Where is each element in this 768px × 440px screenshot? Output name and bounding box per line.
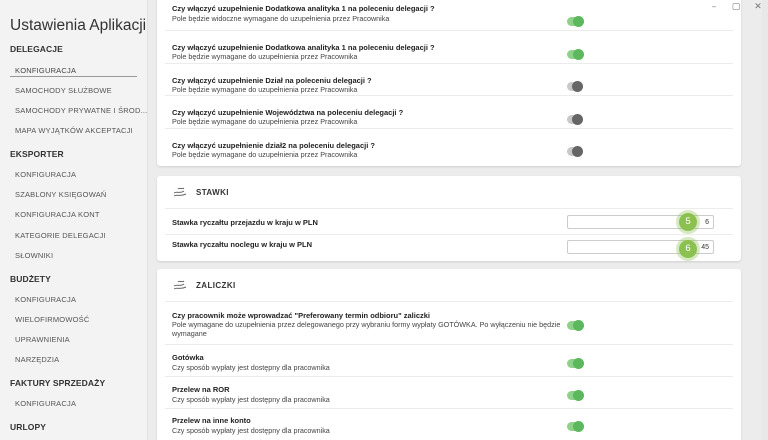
- setting-title: Czy pracownik może wprowadzać "Preferowa…: [172, 311, 431, 320]
- setting-description: Pole wymagane do uzupełnienia przez dele…: [172, 320, 561, 338]
- sidebar: Ustawienia Aplikacji DELEGACJE KONFIGURA…: [0, 0, 148, 440]
- setting-description: Pole będzie wymagane do uzupełnienia prz…: [172, 150, 358, 159]
- setting-row: Czy włączyć uzupełnienie Województwa na …: [165, 96, 733, 129]
- setting-row: Czy pracownik może wprowadzać "Preferowa…: [165, 301, 733, 345]
- zaliczki-card: ZALICZKI Czy pracownik może wprowadzać "…: [157, 269, 741, 440]
- sidebar-section-budzety[interactable]: BUDŻETY: [0, 274, 51, 284]
- hand-coins-icon: [173, 187, 187, 197]
- sidebar-item-konfiguracja-kont[interactable]: KONFIGURACJA KONT: [15, 210, 100, 219]
- main-content: Czy włączyć uzupełnienie Dodatkowa anali…: [150, 0, 762, 440]
- setting-description: Pole będzie widoczne wymagane do uzupełn…: [172, 14, 390, 23]
- hand-coins-icon: [173, 280, 187, 290]
- sidebar-item-eksporter-konfiguracja[interactable]: KONFIGURACJA: [15, 170, 76, 179]
- toggle-switch[interactable]: [567, 421, 584, 432]
- setting-title: Czy włączyć uzupełnienie Dodatkowa anali…: [172, 43, 435, 52]
- rate-label: Stawka ryczałtu przejazdu w kraju w PLN: [172, 218, 318, 227]
- minimize-icon[interactable]: –: [708, 0, 720, 14]
- toggle-switch[interactable]: [567, 358, 584, 369]
- sidebar-item-faktury-konfiguracja[interactable]: KONFIGURACJA: [15, 399, 76, 408]
- setting-row: Gotówka Czy sposób wypłaty jest dostępny…: [165, 345, 733, 377]
- sidebar-item-mapa-wyjatkow[interactable]: MAPA WYJĄTKÓW AKCEPTACJI: [15, 126, 133, 135]
- setting-description: Czy sposób wypłaty jest dostępny dla pra…: [172, 395, 330, 404]
- scrollbar[interactable]: [762, 0, 768, 440]
- stawki-card: STAWKI Stawka ryczałtu przejazdu w kraju…: [157, 176, 741, 261]
- setting-description: Pole będzie wymagane do uzupełnienia prz…: [172, 85, 358, 94]
- sidebar-section-delegacje[interactable]: DELEGACJE: [0, 44, 63, 54]
- sidebar-item-samochody-sluzbowe[interactable]: SAMOCHODY SŁUŻBOWE: [15, 86, 112, 95]
- toggle-switch[interactable]: [567, 320, 584, 331]
- active-item-underline: [10, 76, 137, 77]
- app-title: Ustawienia Aplikacji: [10, 17, 147, 34]
- window-controls: – ▢ ✕: [708, 0, 764, 14]
- sidebar-item-uprawnienia[interactable]: UPRAWNIENIA: [15, 335, 70, 344]
- sidebar-section-eksporter[interactable]: EKSPORTER: [0, 149, 64, 159]
- close-icon[interactable]: ✕: [752, 0, 764, 14]
- setting-description: Pole będzie wymagane do uzupełnienia prz…: [172, 52, 358, 61]
- setting-row: Czy włączyć uzupełnienie Dział na polece…: [165, 64, 733, 96]
- setting-title: Czy włączyć uzupełnienie Dział na polece…: [172, 76, 372, 85]
- setting-title: Czy włączyć uzupełnienie dział2 na polec…: [172, 141, 375, 150]
- rate-row: Stawka ryczałtu przejazdu w kraju w PLN: [165, 208, 733, 235]
- maximize-icon[interactable]: ▢: [730, 0, 742, 14]
- stawki-title: STAWKI: [196, 188, 229, 197]
- sidebar-item-delegacje-konfiguracja[interactable]: KONFIGURACJA: [15, 66, 76, 75]
- sidebar-item-wielofirmowosc[interactable]: WIELOFIRMOWOŚĆ: [15, 315, 89, 324]
- rate-row: Stawka ryczałtu noclegu w kraju w PLN: [165, 235, 733, 261]
- toggle-switch[interactable]: [567, 16, 584, 27]
- setting-title: Czy włączyć uzupełnienie Województwa na …: [172, 108, 404, 117]
- setting-row: Przelew na inne konto Czy sposób wypłaty…: [165, 409, 733, 440]
- sidebar-item-narzedzia[interactable]: NARZĘDZIA: [15, 355, 59, 364]
- zaliczki-title: ZALICZKI: [196, 281, 236, 290]
- toggle-switch[interactable]: [567, 146, 583, 157]
- toggle-switch[interactable]: [567, 81, 583, 92]
- setting-description: Czy sposób wypłaty jest dostępny dla pra…: [172, 426, 330, 435]
- setting-title: Przelew na ROR: [172, 385, 230, 394]
- setting-row: Czy włączyć uzupełnienie Dodatkowa anali…: [165, 31, 733, 64]
- sidebar-section-faktury-sprzedazy[interactable]: FAKTURY SPRZEDAŻY: [0, 378, 105, 388]
- zaliczki-header: ZALICZKI: [165, 269, 735, 301]
- sidebar-item-slowniki[interactable]: SŁOWNIKI: [15, 251, 53, 260]
- delegacje-settings-card: Czy włączyć uzupełnienie Dodatkowa anali…: [157, 0, 741, 166]
- setting-title: Czy włączyć uzupełnienie Dodatkowa anali…: [172, 4, 435, 13]
- sidebar-item-budzety-konfiguracja[interactable]: KONFIGURACJA: [15, 295, 76, 304]
- setting-row: Czy włączyć uzupełnienie Dodatkowa anali…: [165, 0, 733, 31]
- stawki-header: STAWKI: [165, 176, 735, 208]
- step-badge: 5: [679, 213, 697, 231]
- step-badge: 6: [679, 240, 697, 258]
- sidebar-item-samochody-prywatne[interactable]: SAMOCHODY PRYWATNE I ŚROD...: [15, 106, 147, 115]
- sidebar-item-szablony-ksiegowan[interactable]: SZABLONY KSIĘGOWAŃ: [15, 190, 107, 199]
- toggle-switch[interactable]: [567, 390, 584, 401]
- sidebar-section-urlopy[interactable]: URLOPY: [0, 422, 46, 432]
- setting-title: Przelew na inne konto: [172, 416, 251, 425]
- setting-row: Czy włączyć uzupełnienie dział2 na polec…: [165, 129, 733, 166]
- setting-description: Pole będzie wymagane do uzupełnienia prz…: [172, 117, 358, 126]
- setting-title: Gotówka: [172, 353, 204, 362]
- rate-label: Stawka ryczałtu noclegu w kraju w PLN: [172, 240, 313, 249]
- setting-description: Czy sposób wypłaty jest dostępny dla pra…: [172, 363, 330, 372]
- setting-row: Przelew na ROR Czy sposób wypłaty jest d…: [165, 377, 733, 409]
- sidebar-item-kategorie-delegacji[interactable]: KATEGORIE DELEGACJI: [15, 231, 106, 240]
- toggle-switch[interactable]: [567, 114, 583, 125]
- toggle-switch[interactable]: [567, 49, 584, 60]
